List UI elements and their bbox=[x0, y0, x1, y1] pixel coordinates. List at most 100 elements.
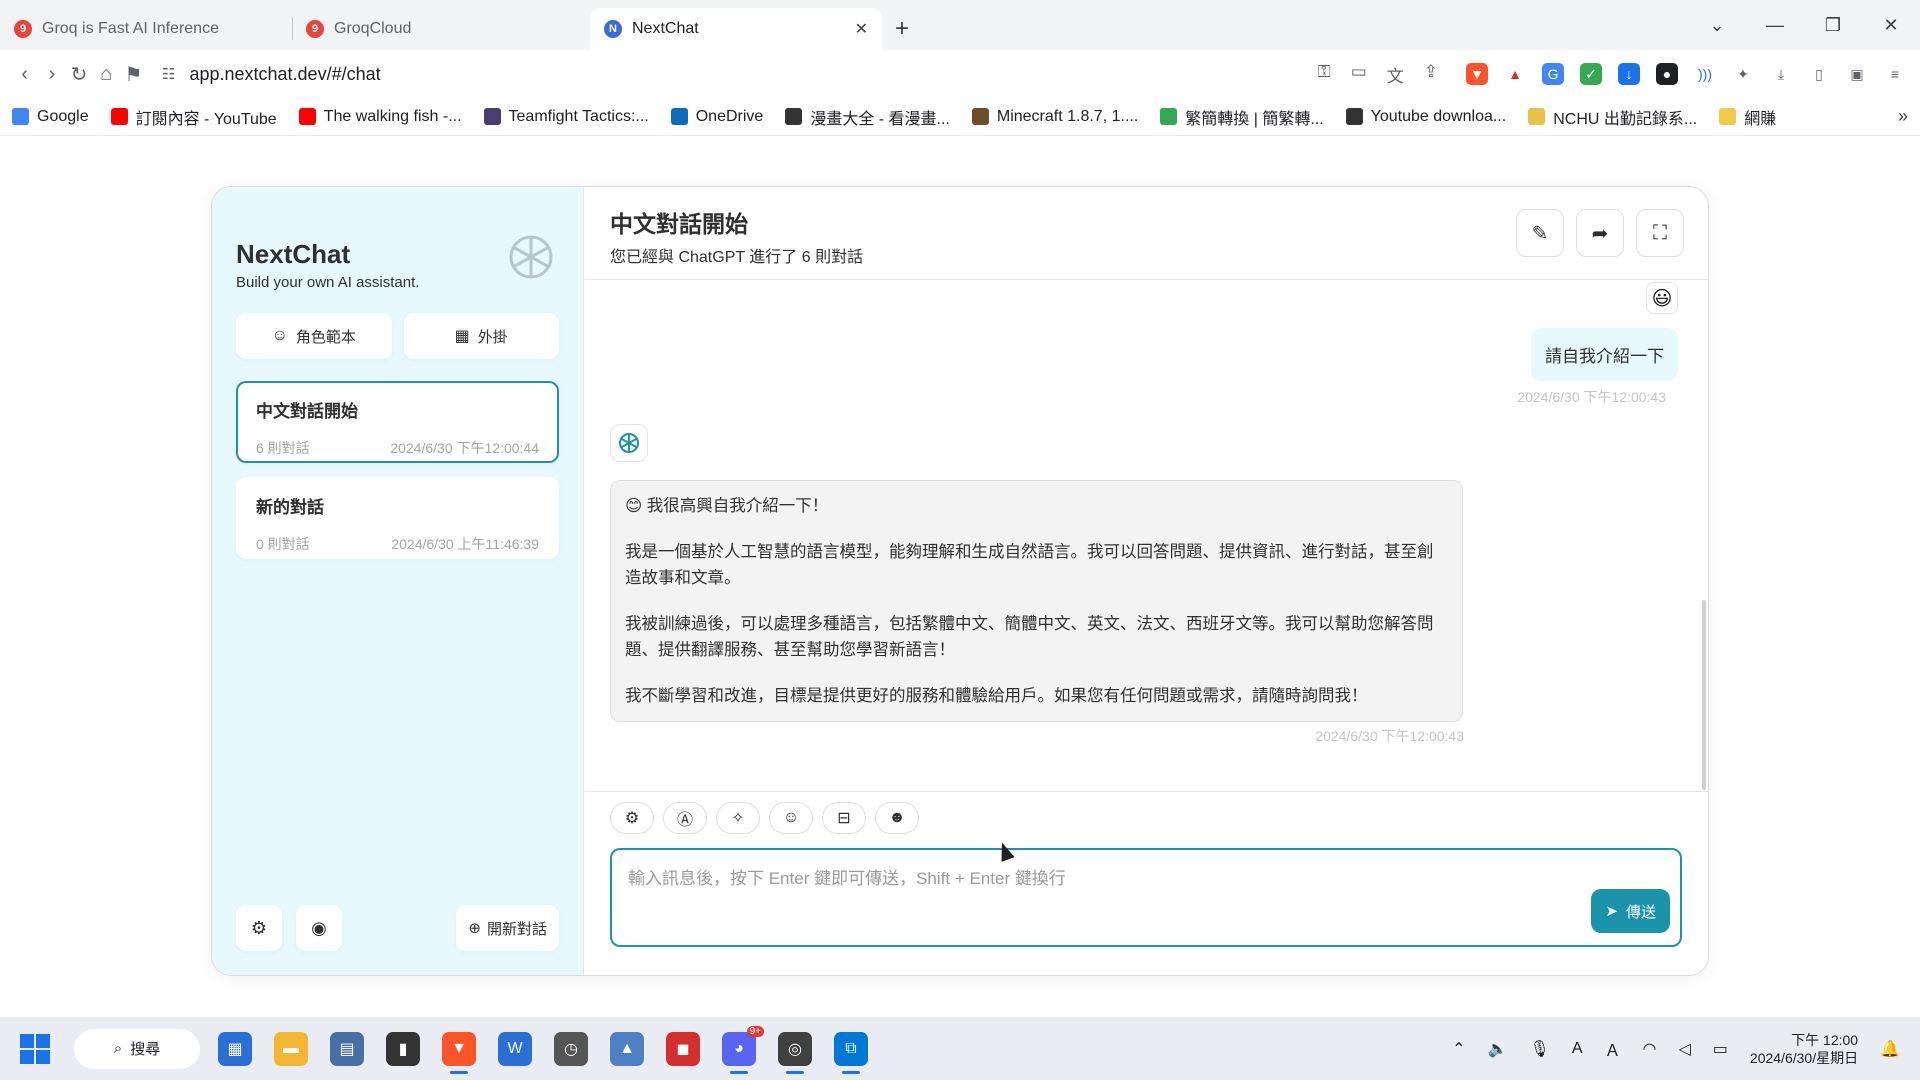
bookmark-item[interactable]: Teamfight Tactics:... bbox=[483, 108, 649, 126]
back-icon[interactable]: ‹ bbox=[14, 56, 35, 92]
password-key-icon[interactable]: ⚿ bbox=[1318, 62, 1331, 87]
google-translate-ext-icon[interactable]: G bbox=[1542, 63, 1565, 85]
speaker-icon[interactable]: 🔈 bbox=[1488, 1039, 1508, 1059]
scrollbar[interactable] bbox=[1702, 600, 1706, 790]
mask-button[interactable]: ☺ 角色範本 bbox=[236, 313, 392, 359]
chat-main: 中文對話開始 您已經與 ChatGPT 進行了 6 則對話 ✎ ➦ ⛶ 😃 請自… bbox=[583, 187, 1708, 975]
github-button[interactable]: ◉ bbox=[296, 905, 342, 951]
wifi-icon[interactable]: ◠ bbox=[1643, 1039, 1657, 1059]
send-button[interactable]: ➤ 傳送 bbox=[1591, 889, 1670, 933]
tab-nextchat[interactable]: N NextChat ✕ bbox=[590, 8, 882, 50]
minimize-button[interactable]: — bbox=[1746, 15, 1804, 36]
translate-icon[interactable]: 文 bbox=[1387, 62, 1404, 87]
share-chat-button[interactable]: ➦ bbox=[1576, 209, 1624, 257]
windows-start-icon[interactable] bbox=[20, 1033, 50, 1064]
clock-app-icon[interactable]: ◷ bbox=[554, 1031, 588, 1066]
tab-groq[interactable]: 9 Groq is Fast AI Inference bbox=[0, 8, 292, 50]
close-tab-icon[interactable]: ✕ bbox=[855, 19, 868, 39]
language-icon[interactable]: Ａ bbox=[1604, 1037, 1620, 1061]
extensions-puzzle-icon[interactable]: ✦ bbox=[1732, 63, 1755, 85]
volume-icon[interactable]: ◁ bbox=[1678, 1039, 1690, 1059]
openai-logo-icon bbox=[619, 433, 639, 453]
plugin-button[interactable]: ▦ 外掛 bbox=[403, 313, 559, 359]
discord-icon[interactable]: ◕ 9+ bbox=[722, 1025, 764, 1074]
microphone-icon[interactable]: 🎙 bbox=[1530, 1039, 1550, 1059]
omnibox[interactable]: ☷ app.nextchat.dev/#/chat ⚿ ▭ 文 ⇪ bbox=[150, 56, 1451, 92]
bookmark-item[interactable]: The walking fish -... bbox=[298, 108, 462, 126]
bookmark-item[interactable]: NCHU 出勤記錄系... bbox=[1528, 105, 1697, 129]
model-select-button[interactable]: ☻ bbox=[875, 802, 919, 834]
taskbar-search-label: 搜尋 bbox=[130, 1041, 161, 1058]
bookmark-label: 漫畫大全 - 看漫畫... bbox=[810, 110, 950, 128]
photos-app-icon[interactable]: ▲ bbox=[610, 1031, 644, 1066]
chevron-up-icon[interactable]: ⌃ bbox=[1452, 1039, 1465, 1059]
chat-item-count: 0 則對話 bbox=[256, 536, 310, 552]
incognito-ext-icon[interactable]: ● bbox=[1656, 63, 1679, 85]
brave-browser-icon[interactable]: ▼ bbox=[442, 1031, 476, 1074]
brave-rewards-icon[interactable]: ▲ bbox=[1504, 63, 1527, 85]
prompt-button[interactable]: ✧ bbox=[716, 802, 760, 834]
settings-button[interactable]: ⚙ bbox=[236, 905, 282, 951]
chat-item-count: 6 則對話 bbox=[256, 440, 310, 456]
mask-select-button[interactable]: ☺ bbox=[769, 802, 813, 834]
obs-icon[interactable]: ◎ bbox=[778, 1031, 812, 1074]
download-ext-icon[interactable]: ↓ bbox=[1618, 63, 1641, 85]
tab-search-icon[interactable]: ⌄ bbox=[1688, 15, 1746, 36]
bookmark-favicon-icon bbox=[298, 108, 316, 125]
downloads-icon[interactable]: ⤓ bbox=[1770, 63, 1793, 85]
fullscreen-button[interactable]: ⛶ bbox=[1636, 209, 1684, 257]
forward-icon[interactable]: › bbox=[41, 56, 62, 92]
sidebar-toggle-icon[interactable]: ▯ bbox=[1808, 63, 1831, 85]
word-app-icon[interactable]: W bbox=[498, 1031, 532, 1066]
reload-icon[interactable]: ↻ bbox=[68, 56, 89, 92]
theme-toggle-button[interactable]: Ⓐ bbox=[663, 802, 707, 834]
vscode-icon[interactable]: ⧉ bbox=[834, 1031, 868, 1074]
bookmark-item[interactable]: 漫畫大全 - 看漫畫... bbox=[785, 105, 950, 129]
bookmark-favicon-icon bbox=[1160, 108, 1178, 125]
store-app-icon[interactable]: ▦ bbox=[218, 1031, 252, 1066]
rename-button[interactable]: ✎ bbox=[1516, 209, 1564, 257]
more-bookmarks-icon[interactable]: » bbox=[1898, 106, 1908, 127]
home-icon[interactable]: ⌂ bbox=[96, 56, 117, 92]
bookmark-item[interactable]: Google bbox=[12, 108, 89, 126]
battery-icon[interactable]: ▭ bbox=[1713, 1039, 1728, 1059]
cast-icon[interactable]: ▭ bbox=[1351, 62, 1367, 87]
message-list[interactable]: 😃 請自我介紹一下 2024/6/30 下午12:00:43 😊 我很高興自我介… bbox=[584, 280, 1708, 791]
video-editor-icon[interactable]: ▮ bbox=[386, 1031, 420, 1066]
new-chat-button[interactable]: ⊕ 開新對話 bbox=[456, 905, 559, 951]
share-icon[interactable]: ⇪ bbox=[1424, 62, 1438, 87]
user-avatar[interactable]: 😃 bbox=[1646, 282, 1678, 314]
ime-icon[interactable]: A bbox=[1572, 1040, 1583, 1058]
read-aloud-icon[interactable]: ))) bbox=[1694, 63, 1717, 85]
taskbar-search[interactable]: ⌕ 搜尋 bbox=[74, 1028, 200, 1069]
notification-bell-icon[interactable]: 🔔 bbox=[1880, 1039, 1900, 1059]
bookmark-item[interactable]: Youtube downloa... bbox=[1345, 108, 1506, 126]
new-tab-button[interactable]: + bbox=[882, 8, 922, 50]
bookmark-item[interactable]: 繁簡轉換 | 簡繁轉... bbox=[1160, 105, 1324, 129]
chat-settings-button[interactable]: ⚙ bbox=[610, 802, 654, 834]
mask-icon: ☺ bbox=[782, 809, 800, 826]
chat-input[interactable]: 輸入訊息後，按下 Enter 鍵即可傳送，Shift + Enter 鍵換行 ➤… bbox=[610, 848, 1682, 947]
clear-context-button[interactable]: ⊟ bbox=[822, 802, 866, 834]
calculator-icon[interactable]: ▤ bbox=[330, 1031, 364, 1066]
site-info-icon[interactable]: ☷ bbox=[162, 65, 175, 83]
url-text[interactable]: app.nextchat.dev/#/chat bbox=[189, 64, 1303, 85]
wallet-app-icon[interactable]: ◼ bbox=[666, 1031, 700, 1066]
bookmark-item[interactable]: 網賺 bbox=[1719, 105, 1776, 129]
brave-shield-icon[interactable]: ▼ bbox=[1466, 63, 1489, 85]
close-window-button[interactable]: ✕ bbox=[1862, 15, 1920, 36]
file-explorer-icon[interactable]: ▬ bbox=[274, 1031, 308, 1066]
bookmark-item[interactable]: 訂閱內容 - YouTube bbox=[110, 105, 277, 129]
bookmark-icon[interactable]: ⚑ bbox=[123, 56, 144, 92]
tab-groqcloud[interactable]: 9 GroqCloud bbox=[292, 8, 584, 50]
restore-button[interactable]: ❐ bbox=[1804, 15, 1862, 36]
clock[interactable]: 下午 12:00 2024/6/30/星期日 bbox=[1750, 1031, 1858, 1067]
menu-icon[interactable]: ≡ bbox=[1884, 63, 1907, 85]
bookmark-item[interactable]: Minecraft 1.8.7, 1.... bbox=[971, 108, 1138, 126]
wallet-icon[interactable]: ▣ bbox=[1846, 63, 1869, 85]
bot-avatar[interactable] bbox=[610, 424, 648, 462]
adblock-shield-icon[interactable]: ✓ bbox=[1580, 63, 1603, 85]
chat-list-item[interactable]: 中文對話開始 6 則對話 2024/6/30 下午12:00:44 bbox=[236, 381, 559, 463]
bookmark-item[interactable]: OneDrive bbox=[670, 108, 763, 126]
chat-list-item[interactable]: 新的對話 0 則對話 2024/6/30 上午11:46:39 bbox=[236, 477, 559, 559]
